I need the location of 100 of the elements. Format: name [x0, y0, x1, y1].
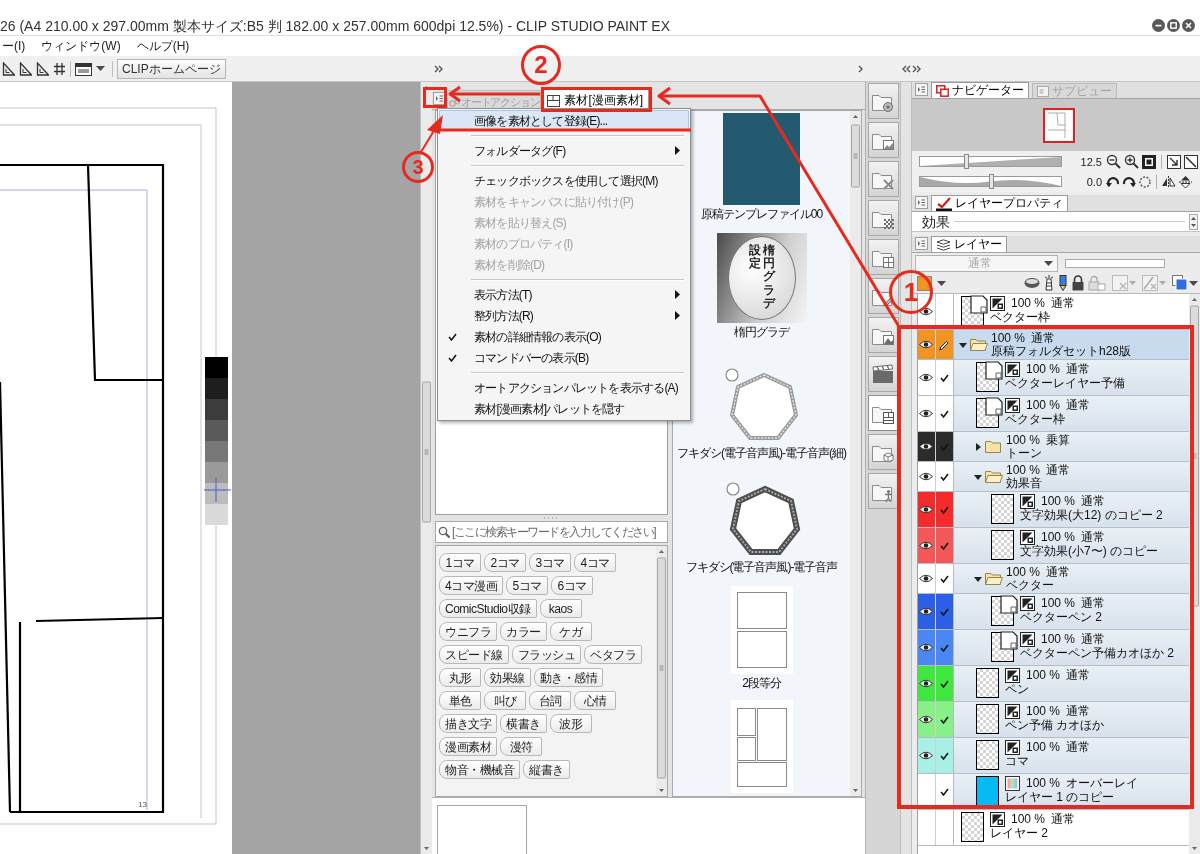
panel-tab[interactable]: レイヤープロパティ — [931, 195, 1068, 211]
dock-tab[interactable] — [867, 122, 899, 158]
eye-icon[interactable] — [919, 373, 934, 382]
layer-row[interactable]: 100 % 通常 ペン予備 カオほか — [954, 702, 1189, 737]
tag-button[interactable]: ウニフラ — [439, 622, 497, 641]
eye-icon[interactable] — [919, 541, 934, 550]
home-page-button[interactable]: CLIPホームページ — [117, 58, 226, 79]
menu-item[interactable]: 素材[漫画素材]パレットを隠す — [439, 398, 689, 419]
check-icon[interactable] — [939, 787, 949, 796]
chevrons-left-icon[interactable] — [902, 64, 911, 73]
slider-thumb[interactable] — [988, 174, 994, 189]
tag-button[interactable]: 台詞 — [529, 691, 571, 710]
zoom-in-icon[interactable] — [1124, 154, 1139, 169]
panel-menu-icon[interactable] — [915, 83, 928, 96]
menu-item[interactable]: 素材の詳細情報の表示(O) — [439, 326, 689, 347]
panel-tab[interactable]: レイヤー — [931, 236, 1007, 252]
caret-down-icon[interactable] — [1189, 280, 1198, 286]
eye-icon[interactable] — [919, 442, 934, 451]
tag-button[interactable]: 3コマ — [529, 553, 571, 572]
eye-icon[interactable] — [919, 607, 934, 616]
tag-button[interactable]: 物音・機械音 — [439, 760, 520, 779]
layer-row[interactable]: 100 % 乗算 トーン — [954, 432, 1189, 461]
layer-row[interactable]: 100 % 通常 コマ — [954, 738, 1189, 773]
lock-icon[interactable] — [1071, 275, 1085, 291]
vertical-scrollbar[interactable] — [421, 82, 432, 854]
dock-tab[interactable] — [867, 200, 899, 236]
check-icon[interactable] — [939, 574, 949, 583]
square-frame-icon[interactable] — [1142, 154, 1156, 169]
check-icon[interactable] — [448, 332, 457, 341]
tag-button[interactable]: 効果線 — [484, 668, 531, 687]
rotate-left-icon[interactable] — [1106, 174, 1120, 189]
check-icon[interactable] — [939, 373, 949, 382]
triangle-ruler-icon[interactable] — [2, 61, 15, 76]
menu-item[interactable]: コマンドバーの表示(B) — [439, 347, 689, 368]
menu-item[interactable]: ウィンドウ(W) — [39, 38, 123, 54]
layer-row[interactable]: 100 % 通常 文字効果(小7〜) のコピー — [954, 528, 1189, 563]
tag-button[interactable]: kaos — [539, 599, 582, 618]
layer-row[interactable]: 100 % 通常 原稿フォルダセットh28版 — [954, 330, 1189, 359]
tag-button[interactable]: 動き・感情 — [533, 668, 603, 687]
panel-tab[interactable]: ナビゲーター — [931, 82, 1029, 98]
dock-tab[interactable] — [867, 239, 899, 275]
caret-down-icon[interactable] — [96, 66, 105, 71]
tag-button[interactable]: スピード線 — [439, 645, 509, 664]
two-panel-layout-drawing[interactable] — [730, 586, 793, 674]
gradient-thumbnail[interactable]: 設定 楕円グラデ — [716, 233, 807, 323]
spin-arrows-icon[interactable] — [1189, 213, 1198, 230]
menu-item[interactable]: オートアクションパレットを表示する(A) — [439, 377, 689, 398]
layer-row[interactable]: 100 % 通常 ベクターレイヤー予備 — [954, 360, 1189, 395]
eye-icon[interactable] — [919, 505, 934, 514]
tag-button[interactable]: 心情 — [574, 691, 616, 710]
eye-icon[interactable] — [919, 679, 934, 688]
dock-tab[interactable] — [867, 473, 899, 509]
eye-icon[interactable] — [919, 574, 934, 583]
dock-tab[interactable] — [867, 83, 899, 119]
vertical-scrollbar[interactable] — [656, 546, 667, 796]
caret-right-icon[interactable] — [974, 442, 982, 451]
dashed-circle-icon[interactable] — [1138, 174, 1152, 189]
tag-button[interactable]: 2コマ — [484, 553, 526, 572]
minimize-icon[interactable] — [1152, 19, 1165, 32]
check-icon[interactable] — [939, 679, 949, 688]
triangle-ruler-icon[interactable] — [36, 61, 49, 76]
flip-horizontal-icon[interactable] — [1161, 174, 1176, 189]
check-icon[interactable] — [448, 353, 457, 362]
tag-button[interactable]: 波形 — [549, 714, 592, 733]
eye-icon[interactable] — [919, 751, 934, 760]
menu-item[interactable]: ヘルプ(H) — [134, 38, 192, 54]
dock-tab[interactable] — [867, 161, 899, 197]
maximize-icon[interactable] — [1167, 19, 1180, 32]
zoom-out-icon[interactable] — [1106, 154, 1121, 169]
flip-vertical-icon[interactable] — [1178, 174, 1193, 189]
tag-button[interactable]: ベタフラ — [584, 645, 642, 664]
check-icon[interactable] — [939, 472, 949, 481]
dock-tab[interactable] — [867, 317, 899, 353]
layer-row[interactable]: 100 % 通常 効果音 — [954, 462, 1189, 491]
caret-down-icon[interactable] — [974, 472, 982, 481]
pen-icon[interactable] — [938, 338, 951, 351]
tag-button[interactable]: カラー — [500, 622, 547, 641]
eye-icon[interactable] — [919, 715, 934, 724]
grid-icon[interactable] — [53, 61, 66, 76]
menu-item[interactable]: 表示方法(T) — [439, 284, 689, 305]
tag-button[interactable]: 4コマ漫画 — [439, 576, 504, 595]
layer-row[interactable]: 100 % 通常 ベクターペン 2 — [954, 594, 1189, 629]
slider-thumb[interactable] — [964, 154, 970, 169]
check-icon[interactable] — [939, 409, 949, 418]
caret-down-icon[interactable] — [974, 574, 982, 583]
dock-tab[interactable] — [867, 356, 899, 392]
layer-row[interactable]: 100 % 通常 ベクターペン予備カオほか 2 — [954, 630, 1189, 665]
layer-row[interactable]: 100 % 通常 ベクター枠 — [954, 396, 1189, 431]
box-diagonal-icon[interactable] — [1184, 154, 1198, 169]
tag-button[interactable]: 5コマ — [506, 576, 549, 595]
window-layout-icon[interactable] — [75, 61, 92, 76]
layer-row[interactable]: 100 % 通常 ペン — [954, 666, 1189, 701]
vertical-scrollbar[interactable] — [1189, 294, 1200, 854]
dock-tab[interactable] — [867, 434, 899, 470]
panel-menu-icon[interactable] — [915, 237, 928, 250]
search-field[interactable]: [ここに検索キーワードを入力してください] — [435, 521, 668, 543]
check-icon[interactable] — [939, 541, 949, 550]
chevrons-right-icon[interactable] — [434, 64, 443, 73]
chevrons-right-icon[interactable] — [912, 64, 921, 73]
tag-button[interactable]: 叫び — [484, 691, 526, 710]
